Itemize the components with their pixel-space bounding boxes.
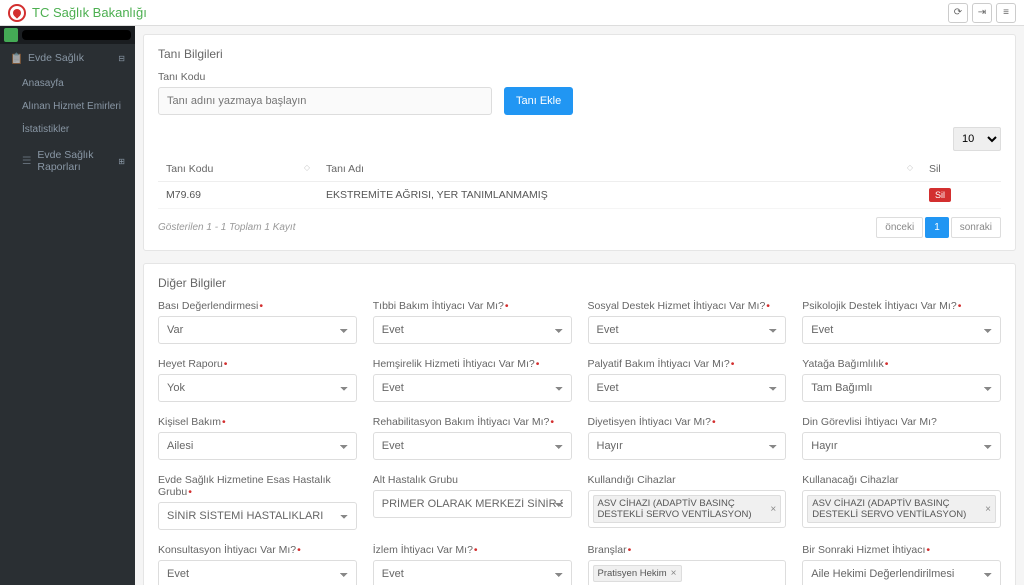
tag-device-future: ASV CİHAZI (ADAPTİV BASINÇ DESTEKLİ SERV… <box>807 495 996 523</box>
label-alt-grup: Alt Hastalık Grubu <box>373 474 572 486</box>
next-page-button[interactable]: sonraki <box>951 217 1001 238</box>
minus-icon: ⊟ <box>118 54 125 63</box>
label-yataga: Yatağa Bağımlılık• <box>802 358 1001 370</box>
label-sosyal: Sosyal Destek Hizmet İhtiyacı Var Mı?• <box>588 300 787 312</box>
select-diyet[interactable]: Hayır <box>588 432 787 460</box>
tag-device-used: ASV CİHAZI (ADAPTİV BASINÇ DESTEKLİ SERV… <box>593 495 782 523</box>
app-title: TC Sağlık Bakanlığı <box>32 5 147 20</box>
tani-search-input[interactable] <box>158 87 492 115</box>
diger-panel-title: Diğer Bilgiler <box>158 276 1001 290</box>
sidebar-item-label: Evde Sağlık Raporları <box>37 149 112 173</box>
cell-tani-adi: EKSTREMİTE AĞRISI, YER TANIMLANMAMIŞ <box>318 182 921 209</box>
cell-tani-kodu: M79.69 <box>158 182 318 209</box>
tani-ekle-button[interactable]: Tanı Ekle <box>504 87 573 115</box>
label-diyet: Diyetisyen İhtiyacı Var Mı?• <box>588 416 787 428</box>
user-bar <box>0 26 135 44</box>
select-evde-grup[interactable]: SİNİR SİSTEMİ HASTALIKLARI <box>158 502 357 530</box>
select-palyatif[interactable]: Evet <box>588 374 787 402</box>
delete-row-button[interactable]: Sil <box>929 188 951 202</box>
top-header: TC Sağlık Bakanlığı ⟳ ⇥ ≡ <box>0 0 1024 26</box>
list-icon: ☰ <box>22 155 31 167</box>
sidebar-item-label: Evde Sağlık <box>28 52 84 64</box>
col-tani-kodu[interactable]: Tanı Kodu◇ <box>158 157 318 182</box>
page-size-select[interactable]: 10 <box>953 127 1001 151</box>
tag-brans: Pratisyen Hekim× <box>593 565 682 582</box>
label-rehab: Rehabilitasyon Bakım İhtiyacı Var Mı?• <box>373 416 572 428</box>
content-area: Tanı Bilgileri Tanı Kodu Tanı Ekle 10 Ta… <box>135 26 1024 585</box>
select-konsul[interactable]: Evet <box>158 560 357 585</box>
label-kullandigi: Kullandığı Cihazlar <box>588 474 787 486</box>
user-name-redacted <box>22 30 131 40</box>
select-izlem[interactable]: Evet <box>373 560 572 585</box>
tani-panel: Tanı Bilgileri Tanı Kodu Tanı Ekle 10 Ta… <box>143 34 1016 251</box>
prev-page-button[interactable]: önceki <box>876 217 923 238</box>
label-konsul: Konsultasyon İhtiyacı Var Mı?• <box>158 544 357 556</box>
sidebar: 📋 Evde Sağlık ⊟ Anasayfa Alınan Hizmet E… <box>0 26 135 585</box>
label-evde-grup: Evde Sağlık Hizmetine Esas Hastalık Grub… <box>158 474 357 498</box>
sort-icon: ◇ <box>304 163 310 172</box>
table-info: Gösterilen 1 - 1 Toplam 1 Kayıt <box>158 222 295 233</box>
logo <box>8 4 26 22</box>
logout-button[interactable]: ⇥ <box>972 3 992 23</box>
label-kisisel: Kişisel Bakım• <box>158 416 357 428</box>
sidebar-item-evde-saglik[interactable]: 📋 Evde Sağlık ⊟ <box>0 44 135 72</box>
select-rehab[interactable]: Evet <box>373 432 572 460</box>
select-alt-grup[interactable]: PRİMER OLARAK MERKEZİ SİNİR SİSTEMİNİ ET… <box>373 490 572 518</box>
remove-tag-icon[interactable]: × <box>770 504 776 515</box>
select-tibbi[interactable]: Evet <box>373 316 572 344</box>
sidebar-item-istatistikler[interactable]: İstatistikler <box>0 118 135 141</box>
select-din[interactable]: Hayır <box>802 432 1001 460</box>
label-palyatif: Palyatif Bakım İhtiyacı Var Mı?• <box>588 358 787 370</box>
remove-tag-icon[interactable]: × <box>671 568 677 579</box>
avatar <box>4 28 18 42</box>
tani-kodu-label: Tanı Kodu <box>158 71 492 83</box>
tagbox-brans[interactable]: Pratisyen Hekim× <box>588 560 787 585</box>
select-basi[interactable]: Var <box>158 316 357 344</box>
label-sonraki-hizmet: Bir Sonraki Hizmet İhtiyacı• <box>802 544 1001 556</box>
page-1-button[interactable]: 1 <box>925 217 949 238</box>
sidebar-item-hizmet-emirleri[interactable]: Alınan Hizmet Emirleri <box>0 95 135 118</box>
select-sosyal[interactable]: Evet <box>588 316 787 344</box>
col-tani-adi[interactable]: Tanı Adı◇ <box>318 157 921 182</box>
col-sil: Sil <box>921 157 1001 182</box>
clipboard-icon: 📋 <box>10 52 22 64</box>
select-kisisel[interactable]: Ailesi <box>158 432 357 460</box>
select-sonraki-hizmet[interactable]: Aile Hekimi Değerlendirilmesi <box>802 560 1001 585</box>
tagbox-kullanacagi[interactable]: ASV CİHAZI (ADAPTİV BASINÇ DESTEKLİ SERV… <box>802 490 1001 528</box>
select-yataga[interactable]: Tam Bağımlı <box>802 374 1001 402</box>
label-izlem: İzlem İhtiyacı Var Mı?• <box>373 544 572 556</box>
label-brans: Branşlar• <box>588 544 787 556</box>
remove-tag-icon[interactable]: × <box>985 504 991 515</box>
pagination: önceki 1 sonraki <box>876 217 1001 238</box>
label-psiko: Psikolojik Destek İhtiyacı Var Mı?• <box>802 300 1001 312</box>
label-hemsire: Hemşirelik Hizmeti İhtiyacı Var Mı?• <box>373 358 572 370</box>
label-basi: Bası Değerlendirmesi• <box>158 300 357 312</box>
tagbox-kullandigi[interactable]: ASV CİHAZI (ADAPTİV BASINÇ DESTEKLİ SERV… <box>588 490 787 528</box>
sidebar-item-anasayfa[interactable]: Anasayfa <box>0 72 135 95</box>
select-psiko[interactable]: Evet <box>802 316 1001 344</box>
label-din: Din Görevlisi İhtiyacı Var Mı? <box>802 416 1001 428</box>
tani-panel-title: Tanı Bilgileri <box>158 47 1001 61</box>
select-heyet[interactable]: Yok <box>158 374 357 402</box>
diger-panel: Diğer Bilgiler Bası Değerlendirmesi•Var … <box>143 263 1016 585</box>
plus-icon: ⊞ <box>118 157 125 166</box>
label-kullanacagi: Kullanacağı Cihazlar <box>802 474 1001 486</box>
table-row: M79.69 EKSTREMİTE AĞRISI, YER TANIMLANMA… <box>158 182 1001 209</box>
select-hemsire[interactable]: Evet <box>373 374 572 402</box>
menu-button[interactable]: ≡ <box>996 3 1016 23</box>
sort-icon: ◇ <box>907 163 913 172</box>
refresh-button[interactable]: ⟳ <box>948 3 968 23</box>
label-tibbi: Tıbbi Bakım İhtiyacı Var Mı?• <box>373 300 572 312</box>
sidebar-item-raporlari[interactable]: ☰ Evde Sağlık Raporları ⊞ <box>0 141 135 181</box>
tani-table: Tanı Kodu◇ Tanı Adı◇ Sil M79.69 EKSTREMİ… <box>158 157 1001 209</box>
label-heyet: Heyet Raporu• <box>158 358 357 370</box>
